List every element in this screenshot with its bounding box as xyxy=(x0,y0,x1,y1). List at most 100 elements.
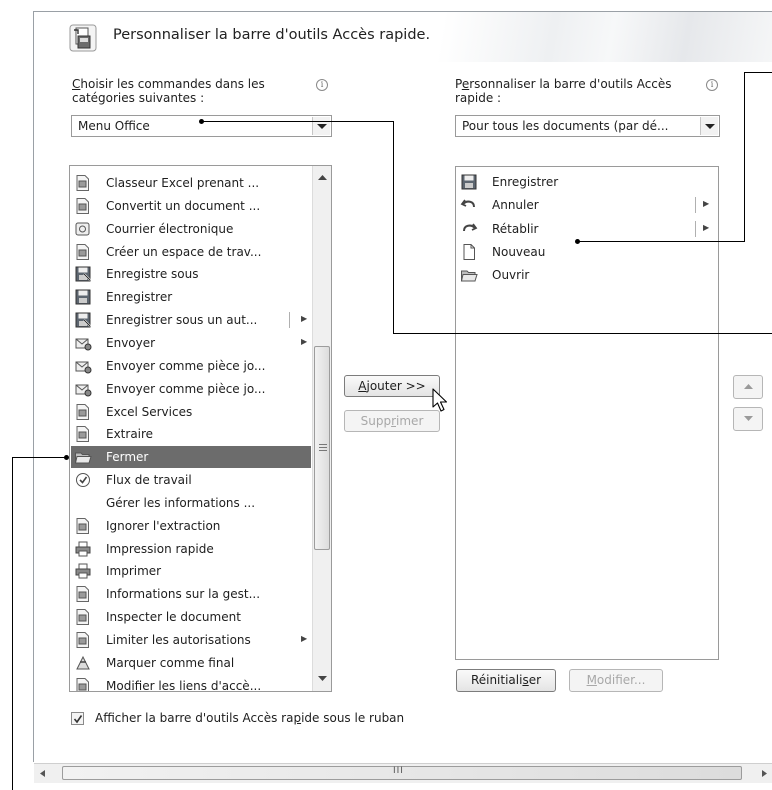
submenu-arrow-icon[interactable]: ▶ xyxy=(301,314,307,323)
commands-list-scrollbar[interactable] xyxy=(312,166,331,691)
save-as-icon xyxy=(74,265,92,283)
command-item[interactable]: Classeur Excel prenant ... xyxy=(71,172,311,194)
discard-checkout-icon xyxy=(74,517,92,535)
restrict-permission-icon xyxy=(74,631,92,649)
info-icon[interactable]: i xyxy=(706,79,718,91)
quick-access-toolbar-icon xyxy=(69,24,97,52)
save-icon xyxy=(460,173,478,191)
toolbar-item-label: Enregistrer xyxy=(492,175,559,189)
command-item[interactable]: Excel Services xyxy=(71,401,311,423)
modify-button[interactable]: Modifier... xyxy=(569,669,663,692)
reset-button[interactable]: Réinitialiser xyxy=(456,669,556,692)
command-item-label: Envoyer comme pièce jo... xyxy=(106,358,266,373)
toolbar-item[interactable]: Annuler ▶ xyxy=(457,194,718,216)
toolbar-item-label: Annuler xyxy=(492,198,539,213)
command-item[interactable]: Créer un espace de trav... xyxy=(71,241,311,263)
info-icon[interactable]: i xyxy=(316,79,328,91)
horizontal-scrollbar[interactable]: III xyxy=(34,763,772,783)
command-item-label: Courrier électronique xyxy=(106,221,234,236)
scrollbar-thumb[interactable] xyxy=(314,346,330,550)
command-item[interactable]: Marquer comme final xyxy=(71,652,311,674)
arrow-up-icon xyxy=(743,384,753,389)
commands-list[interactable]: Classeur Excel prenant ... Convertit un d… xyxy=(69,165,332,692)
command-item[interactable]: Imprimer xyxy=(71,560,311,582)
customize-toolbar-label: Personnaliser la barre d'outils Accès xyxy=(455,77,672,91)
command-item-label: Marquer comme final xyxy=(106,655,235,670)
command-item[interactable]: Convertit un document ... xyxy=(71,195,311,217)
command-item[interactable]: Flux de travail xyxy=(71,469,311,491)
horizontal-scrollbar-thumb[interactable]: III xyxy=(62,766,742,780)
scroll-right-arrow-icon[interactable] xyxy=(762,770,767,777)
redo-icon xyxy=(460,220,478,238)
scroll-left-arrow-icon[interactable] xyxy=(40,770,45,777)
command-item[interactable]: Envoyer ▶ xyxy=(71,332,311,354)
grip-icon xyxy=(319,444,327,451)
command-item-label: Ignorer l'extraction xyxy=(106,518,221,533)
command-item-label: Extraire xyxy=(106,427,154,442)
choose-commands-label: Choisir les commandes dans les xyxy=(72,77,265,91)
documents-scope-combo[interactable]: Pour tous les documents (par dé... xyxy=(455,115,720,137)
submenu-separator xyxy=(695,220,696,237)
open-folder-icon xyxy=(460,266,478,284)
inspect-document-icon xyxy=(74,608,92,626)
command-item[interactable]: Gérer les informations ... xyxy=(71,492,311,514)
send-icon xyxy=(74,334,92,352)
submenu-separator xyxy=(289,312,290,329)
command-item[interactable]: Envoyer comme pièce jo... xyxy=(71,355,311,377)
command-item[interactable]: Limiter les autorisations ▶ xyxy=(71,629,311,651)
command-item[interactable]: Extraire xyxy=(71,423,311,445)
toolbar-item[interactable]: Ouvrir xyxy=(457,264,718,286)
command-item[interactable]: Courrier électronique xyxy=(71,218,311,240)
command-item[interactable]: Fermer xyxy=(71,446,311,469)
choose-commands-label-line2: catégories suivantes : xyxy=(72,91,205,105)
add-button[interactable]: Ajouter >> xyxy=(344,375,440,397)
toolbar-item[interactable]: Rétablir ▶ xyxy=(457,218,718,240)
blank-icon xyxy=(74,494,92,512)
documents-scope-value: Pour tous les documents (par dé... xyxy=(462,119,669,133)
chevron-down-icon[interactable] xyxy=(312,117,330,135)
command-item[interactable]: Enregistre sous xyxy=(71,263,311,285)
command-item[interactable]: Modifier les liens d'accè... xyxy=(71,675,311,692)
chevron-down-icon[interactable] xyxy=(700,117,718,135)
command-item-label: Enregistrer xyxy=(106,290,173,305)
command-item[interactable]: Ignorer l'extraction xyxy=(71,515,311,537)
edit-links-icon xyxy=(74,677,92,691)
mark-final-icon xyxy=(74,654,92,672)
command-item-label: Fermer xyxy=(106,450,149,465)
remove-button[interactable]: Supprimer xyxy=(344,410,440,432)
command-item[interactable]: Inspecter le document xyxy=(71,606,311,628)
submenu-arrow-icon[interactable]: ▶ xyxy=(301,337,307,346)
command-item[interactable]: Envoyer comme pièce jo... xyxy=(71,378,311,400)
submenu-arrow-icon[interactable]: ▶ xyxy=(301,634,307,643)
show-below-ribbon-label: Afficher la barre d'outils Accès rapide … xyxy=(95,711,405,725)
show-below-ribbon-checkbox[interactable] xyxy=(71,712,84,725)
command-item[interactable]: Informations sur la gest... xyxy=(71,583,311,605)
move-up-button[interactable] xyxy=(733,375,763,399)
scroll-up-arrow-icon[interactable] xyxy=(318,175,327,181)
command-item-label: Enregistre sous xyxy=(106,267,199,282)
command-item-label: Convertit un document ... xyxy=(106,198,261,213)
submenu-separator xyxy=(695,197,696,214)
submenu-arrow-icon[interactable]: ▶ xyxy=(703,199,709,208)
toolbar-item-label: Rétablir xyxy=(492,221,539,236)
excel-services-icon xyxy=(74,403,92,421)
scroll-down-arrow-icon[interactable] xyxy=(318,676,327,682)
move-down-button[interactable] xyxy=(733,407,763,431)
command-item-label: Limiter les autorisations xyxy=(106,633,251,647)
command-item-label: Modifier les liens d'accè... xyxy=(106,678,262,692)
command-item-label: Inspecter le document xyxy=(106,610,241,625)
submenu-arrow-icon[interactable]: ▶ xyxy=(703,223,709,232)
save-icon xyxy=(74,288,92,306)
quick-print-icon xyxy=(74,540,92,558)
toolbar-item[interactable]: Enregistrer xyxy=(457,171,718,193)
toolbar-item-label: Ouvrir xyxy=(492,268,530,283)
dialog-title: Personnaliser la barre d'outils Accès ra… xyxy=(113,27,431,43)
command-item-label: Envoyer xyxy=(106,335,156,350)
email-icon xyxy=(74,220,92,238)
command-item[interactable]: Enregistrer sous un aut... ▶ xyxy=(71,309,311,331)
commands-category-value: Menu Office xyxy=(78,119,150,133)
command-item[interactable]: Enregistrer xyxy=(71,286,311,308)
toolbar-item[interactable]: Nouveau xyxy=(457,241,718,263)
command-item[interactable]: Impression rapide xyxy=(71,538,311,560)
close-folder-icon xyxy=(74,448,92,466)
